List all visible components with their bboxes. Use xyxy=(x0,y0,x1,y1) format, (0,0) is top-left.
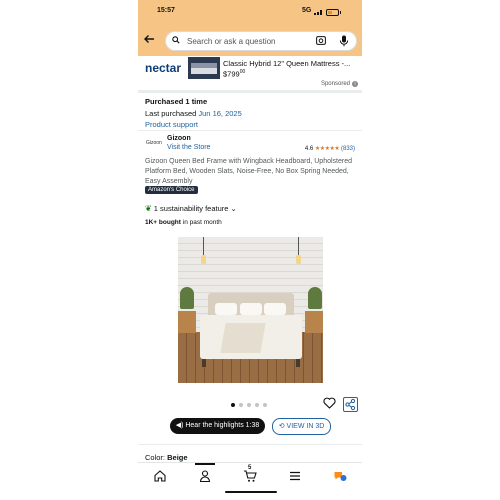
product-image[interactable] xyxy=(178,237,323,383)
home-icon[interactable] xyxy=(153,469,167,483)
carousel-dot[interactable] xyxy=(239,403,243,407)
bought-period: in past month xyxy=(180,219,222,226)
leaf-icon: ❦ xyxy=(145,204,152,213)
share-icon xyxy=(345,398,356,411)
divider xyxy=(138,90,362,93)
ad-price-fraction: 00 xyxy=(239,69,246,75)
ad-title[interactable]: Classic Hybrid 12" Queen Mattress -... xyxy=(223,59,350,68)
view-in-3d-label: VIEW IN 3D xyxy=(286,423,325,430)
rating-value: 4.6 xyxy=(304,146,314,152)
search-bar[interactable]: Search or ask a question xyxy=(165,31,357,51)
divider xyxy=(138,130,362,131)
carousel-dot[interactable] xyxy=(263,403,267,407)
account-icon[interactable] xyxy=(198,469,212,483)
search-input[interactable]: Search or ask a question xyxy=(187,37,276,46)
image-bed-legs xyxy=(200,359,302,367)
seller-row: Gizoon Gizoon Visit the Store 4.6 ★★★★★ … xyxy=(145,134,357,154)
hear-highlights-label: Hear the highlights 1:38 xyxy=(185,422,260,429)
rufus-icon[interactable] xyxy=(333,469,347,483)
image-lamp xyxy=(201,255,206,264)
color-value: Beige xyxy=(167,453,188,462)
image-lamp xyxy=(296,255,301,264)
product-support-link[interactable]: Product support xyxy=(145,119,242,131)
signal-icon xyxy=(314,9,324,15)
bought-in-past-month: 1K+ bought in past month xyxy=(145,219,222,226)
image-nightstand xyxy=(305,311,323,333)
purchase-count: Purchased 1 time xyxy=(145,97,208,106)
color-label: Color: xyxy=(145,453,166,462)
visit-store-link[interactable]: Visit the Store xyxy=(167,144,210,151)
last-purchased-row: Last purchased Jun 16, 2025 xyxy=(145,108,242,120)
bottom-nav: 5 xyxy=(138,462,362,500)
menu-icon[interactable] xyxy=(288,469,302,483)
image-nightstand xyxy=(178,311,196,333)
image-lamp-wire xyxy=(203,237,204,255)
share-button[interactable] xyxy=(343,397,358,412)
purchase-history: Purchased 1 time Last purchased Jun 16, … xyxy=(145,96,242,131)
back-arrow-icon[interactable] xyxy=(142,33,156,47)
seller-logo[interactable]: Gizoon xyxy=(146,140,162,146)
image-pillow xyxy=(240,303,262,315)
last-purchased-label: Last purchased xyxy=(145,108,197,118)
phone-screen: 15:57 5G Search or ask a question nectar… xyxy=(138,0,362,500)
carousel-dot[interactable] xyxy=(255,403,259,407)
ad-brand-logo: nectar xyxy=(145,61,182,75)
sponsored-label[interactable]: Sponsored i xyxy=(321,81,358,87)
3d-icon: ⟲ xyxy=(278,423,285,430)
seller-name: Gizoon xyxy=(167,135,191,142)
heart-icon[interactable] xyxy=(323,397,336,409)
image-plant xyxy=(308,287,322,309)
status-time: 15:57 xyxy=(157,7,175,14)
active-tab-indicator xyxy=(195,463,215,465)
info-icon[interactable]: i xyxy=(352,81,358,87)
microphone-icon[interactable] xyxy=(339,35,349,47)
sponsored-ad[interactable]: nectar Classic Hybrid 12" Queen Mattress… xyxy=(142,56,358,80)
image-throw-blanket xyxy=(220,323,266,353)
sponsored-text: Sponsored xyxy=(320,81,350,87)
sustainability-row[interactable]: ❦ 1 sustainability feature ⌄ xyxy=(145,204,237,213)
header: 15:57 5G Search or ask a question xyxy=(138,0,362,56)
status-bar: 15:57 5G xyxy=(138,0,362,24)
color-selector[interactable]: Color: Beige xyxy=(145,453,188,462)
hear-highlights-button[interactable]: ◀) Hear the highlights 1:38 xyxy=(170,418,265,434)
camera-search-icon[interactable] xyxy=(316,36,326,45)
ad-price: $79900 xyxy=(223,69,245,79)
carousel-dot[interactable] xyxy=(231,403,235,407)
rating-summary[interactable]: 4.6 ★★★★★ (833) xyxy=(305,145,355,152)
network-type: 5G xyxy=(302,7,312,14)
image-pillow xyxy=(264,303,286,315)
chevron-down-icon: ⌄ xyxy=(230,204,237,213)
cart-icon[interactable] xyxy=(243,469,257,483)
search-icon xyxy=(172,36,180,44)
image-plant xyxy=(180,287,194,309)
amazons-choice-badge[interactable]: Amazon's Choice xyxy=(145,186,198,194)
sustainability-text: 1 sustainability feature xyxy=(153,204,229,213)
divider xyxy=(138,444,362,445)
home-indicator xyxy=(225,491,277,493)
carousel-dot[interactable] xyxy=(247,403,251,407)
image-pillow xyxy=(215,303,237,315)
bought-count: 1K+ bought xyxy=(145,219,181,226)
product-title: Gizoon Queen Bed Frame with Wingback Hea… xyxy=(145,158,352,185)
ad-price-whole: $799 xyxy=(223,69,240,79)
review-count[interactable]: (833) xyxy=(341,146,355,152)
view-in-3d-button[interactable]: ⟲ VIEW IN 3D xyxy=(272,418,331,435)
last-purchased-date-link[interactable]: Jun 16, 2025 xyxy=(198,109,241,118)
image-lamp-wire xyxy=(298,237,299,255)
speaker-icon: ◀) xyxy=(175,422,184,429)
battery-icon xyxy=(326,9,341,16)
ad-product-image xyxy=(188,57,220,79)
star-rating-icon: ★★★★★ xyxy=(314,146,340,152)
